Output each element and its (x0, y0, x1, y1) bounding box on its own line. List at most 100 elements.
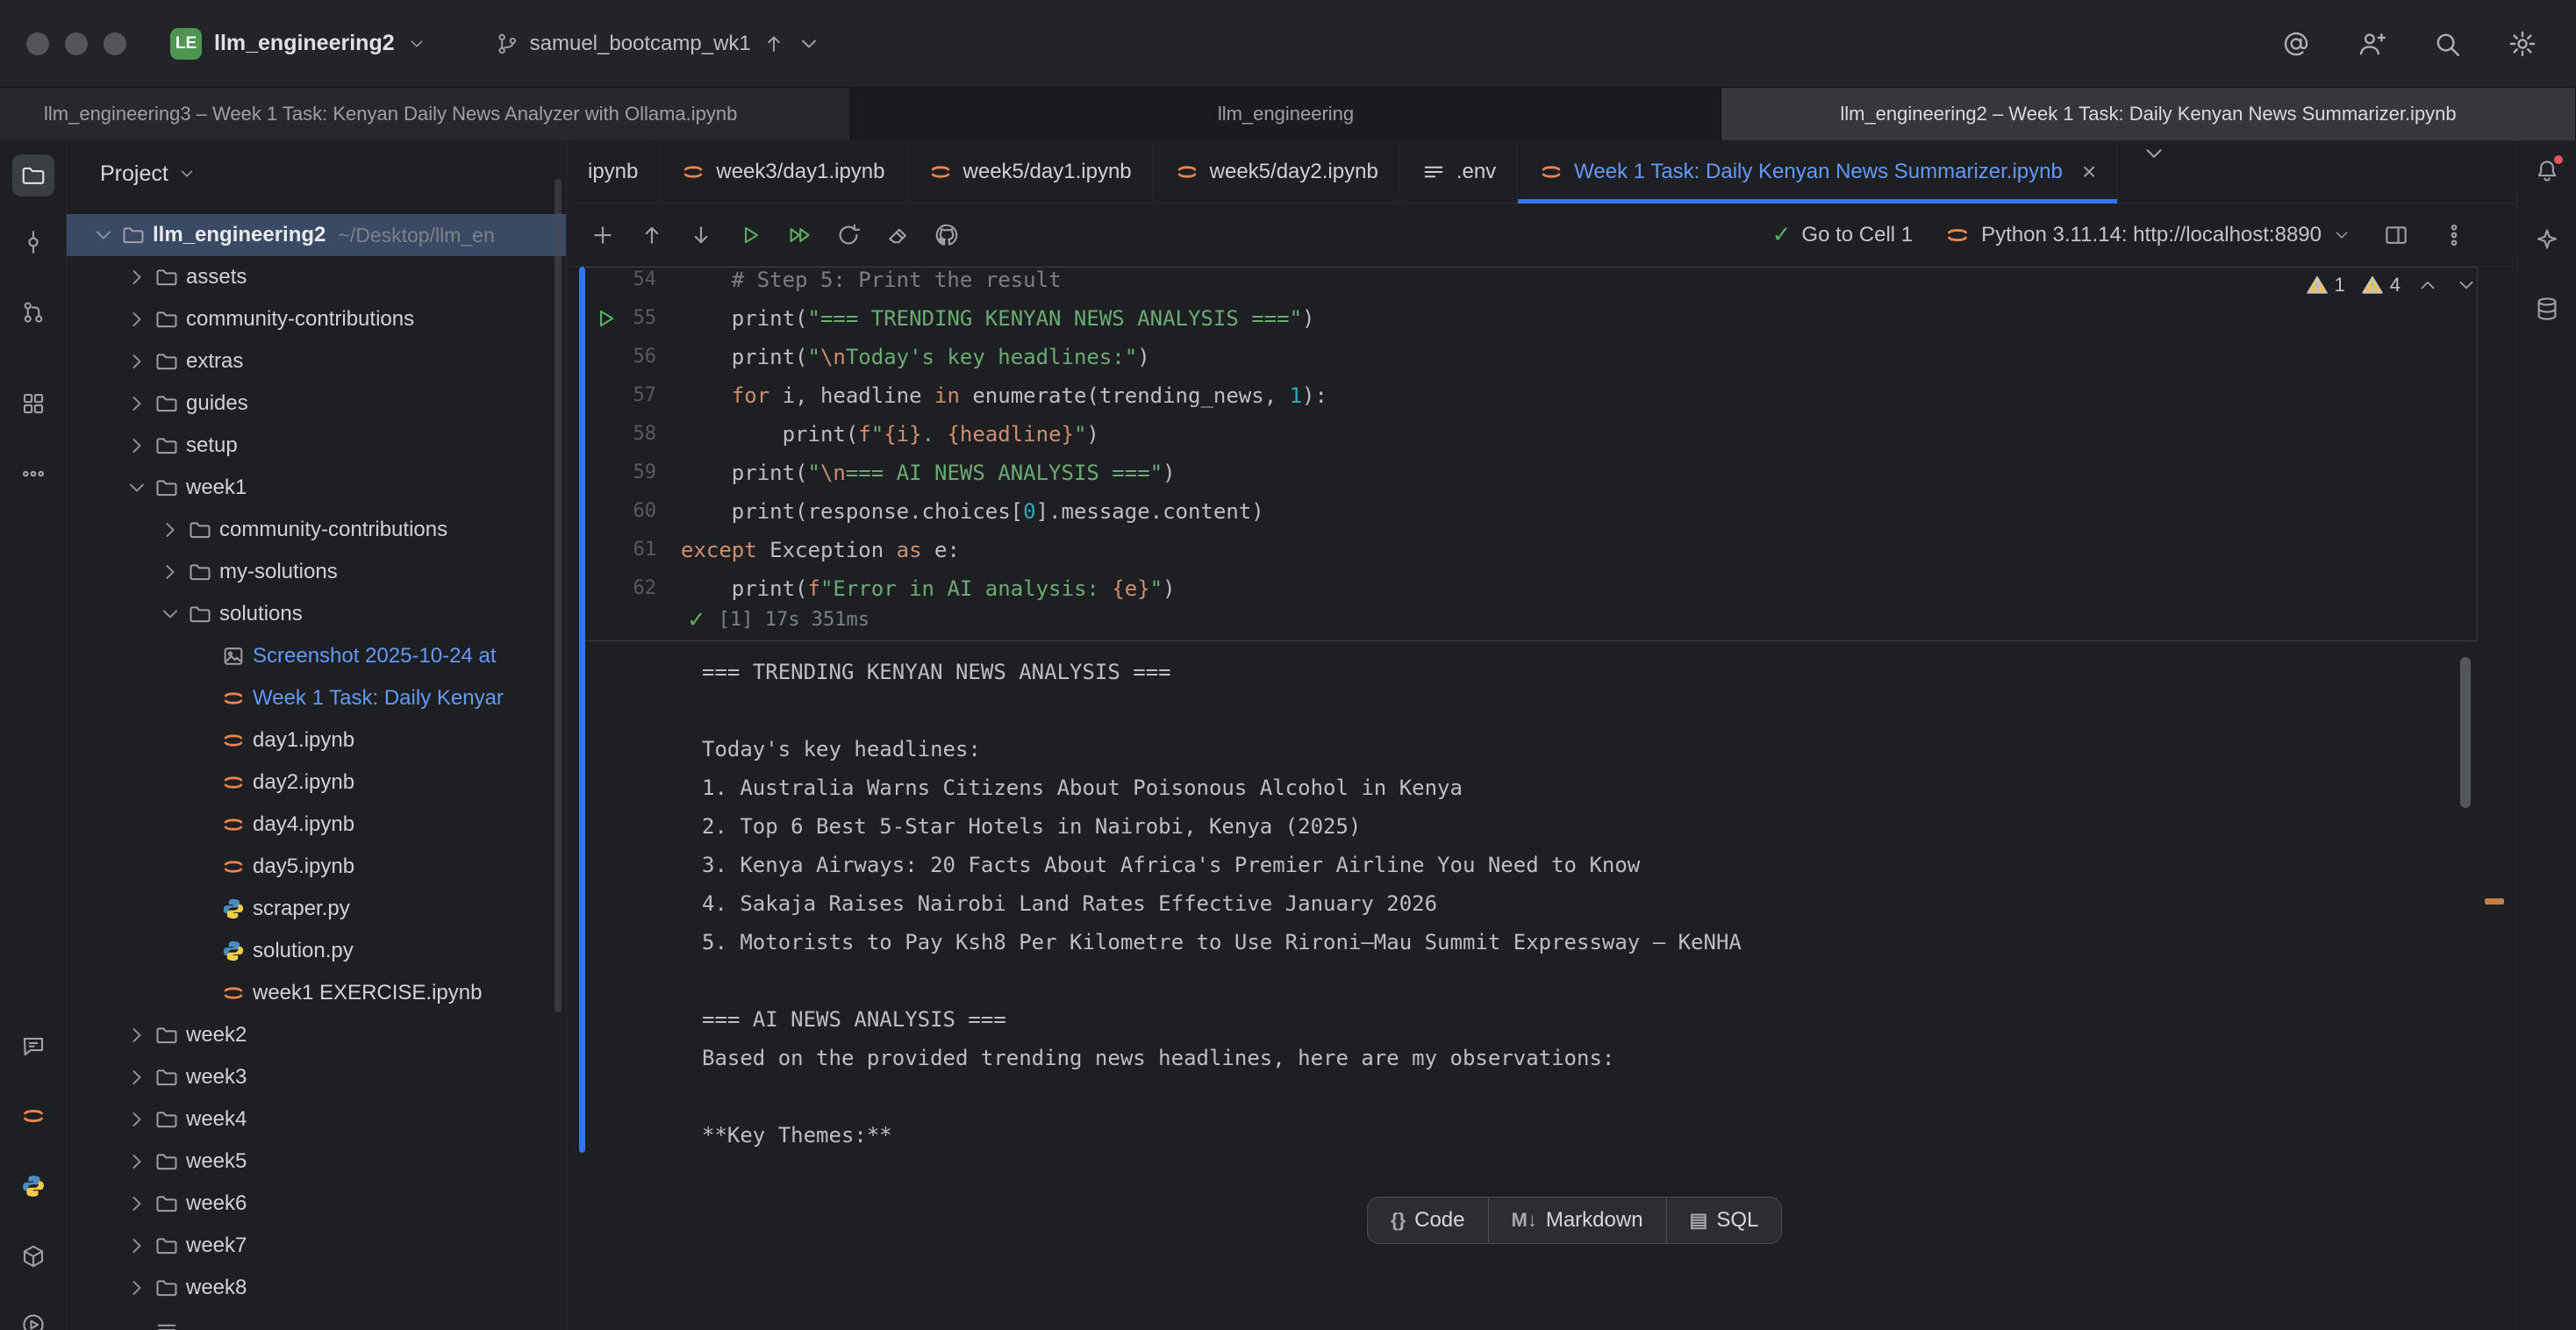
output-scrollbar[interactable] (2460, 657, 2471, 808)
close-tab-icon[interactable]: × (2082, 160, 2096, 184)
run-cell-gutter-icon[interactable] (592, 305, 619, 332)
tree-item[interactable]: llm_engineering2~/Desktop/llm_en (67, 214, 566, 256)
editor-tab[interactable]: ipynb (567, 140, 660, 203)
tree-item[interactable]: scraper.py (67, 888, 566, 930)
warning-badge[interactable]: 1 (2306, 274, 2345, 297)
move-cell-up-icon[interactable] (639, 222, 665, 248)
tree-item[interactable]: community-contributions (67, 298, 566, 340)
chevron-down-icon[interactable] (91, 223, 116, 247)
editor-tab[interactable]: Week 1 Task: Daily Kenyan News Summarize… (1518, 140, 2118, 203)
panel-scrollbar[interactable] (555, 179, 562, 1012)
editor-tab[interactable]: .env (1400, 140, 1518, 203)
tree-item[interactable]: day2.ipynb (67, 762, 566, 804)
tree-item[interactable]: Screenshot 2025-10-24 at (67, 635, 566, 677)
project-folder-tool-icon[interactable] (12, 154, 54, 197)
tree-item[interactable]: my-solutions (67, 551, 566, 593)
tree-item[interactable]: week3 (67, 1056, 566, 1098)
error-stripe-mark[interactable] (2485, 898, 2504, 905)
cell-type-code-button[interactable]: {}Code (1368, 1198, 1488, 1243)
tree-item[interactable]: week7 (67, 1225, 566, 1267)
tree-item[interactable]: community-contributions (67, 509, 566, 551)
tree-item[interactable]: day4.ipynb (67, 804, 566, 846)
more-tool-icon[interactable] (12, 453, 54, 495)
tree-item[interactable]: Week 1 Task: Daily Kenyar (67, 677, 566, 719)
chevron-down-icon[interactable] (125, 476, 149, 500)
github-icon[interactable] (934, 222, 960, 248)
chevron-right-icon[interactable] (158, 560, 182, 584)
chevron-right-icon[interactable] (125, 349, 149, 374)
next-problem-icon[interactable] (2455, 274, 2478, 297)
run-tool-icon[interactable] (12, 1304, 54, 1330)
search-icon[interactable] (2432, 29, 2462, 59)
cell-type-sql-button[interactable]: ▤SQL (1666, 1198, 1782, 1243)
commit-tool-icon[interactable] (12, 221, 54, 263)
tree-item[interactable]: setup (67, 425, 566, 467)
restart-kernel-icon[interactable] (835, 222, 862, 248)
tree-item[interactable]: week1 (67, 467, 566, 509)
mention-ai-icon[interactable] (2281, 29, 2311, 59)
chevron-right-icon[interactable] (125, 307, 149, 332)
window-zoom-button[interactable] (104, 32, 126, 55)
tree-item[interactable] (67, 1309, 566, 1330)
chevron-right-icon[interactable] (158, 518, 182, 542)
ai-chat-tool-icon[interactable] (12, 1025, 54, 1067)
chevron-right-icon[interactable] (125, 1107, 149, 1132)
chevron-right-icon[interactable] (125, 1149, 149, 1174)
tree-item[interactable]: day5.ipynb (67, 846, 566, 888)
chevron-down-icon[interactable] (158, 602, 182, 626)
tree-item[interactable]: day1.ipynb (67, 719, 566, 762)
chevron-right-icon[interactable] (125, 265, 149, 290)
code-editor[interactable]: 54 # Step 5: Print the result55 print("=… (585, 267, 2477, 608)
run-all-cells-icon[interactable] (786, 222, 812, 248)
project-selector[interactable]: LE llm_engineering2 (158, 19, 439, 68)
chevron-right-icon[interactable] (125, 1065, 149, 1090)
prev-problem-icon[interactable] (2416, 274, 2439, 297)
chevron-right-icon[interactable] (125, 433, 149, 458)
code-cell[interactable]: 54 # Step 5: Print the result55 print("=… (585, 267, 2478, 641)
pull-requests-tool-icon[interactable] (12, 291, 54, 333)
tree-item[interactable]: week5 (67, 1141, 566, 1183)
window-tab[interactable]: llm_engineering3 – Week 1 Task: Kenyan D… (0, 88, 851, 140)
clear-outputs-icon[interactable] (884, 222, 911, 248)
editor-tab[interactable]: week5/day1.ipynb (907, 140, 1154, 203)
tree-item[interactable]: guides (67, 383, 566, 425)
window-tab[interactable]: llm_engineering2 – Week 1 Task: Daily Ke… (1721, 88, 2576, 140)
tab-overflow-icon[interactable] (2141, 140, 2167, 167)
move-cell-down-icon[interactable] (688, 222, 714, 248)
branch-selector[interactable]: samuel_bootcamp_wk1 (495, 32, 821, 56)
chevron-right-icon[interactable] (125, 1276, 149, 1300)
chevron-right-icon[interactable] (125, 1023, 149, 1048)
cell-type-markdown-button[interactable]: M↓Markdown (1488, 1198, 1666, 1243)
warning-badge[interactable]: 4 (2361, 274, 2401, 297)
ai-assistant-tool-icon[interactable] (2526, 218, 2568, 261)
tree-item[interactable]: extras (67, 340, 566, 383)
add-cell-icon[interactable] (590, 222, 616, 248)
window-minimize-button[interactable] (65, 32, 88, 55)
run-cell-icon[interactable] (737, 222, 763, 248)
tree-item[interactable]: week8 (67, 1267, 566, 1309)
add-user-icon[interactable] (2357, 29, 2386, 59)
project-panel-header[interactable]: Project (67, 140, 566, 207)
window-tab[interactable]: llm_engineering (851, 88, 1721, 140)
editor-tab[interactable]: week3/day1.ipynb (660, 140, 906, 203)
python-console-tool-icon[interactable] (12, 1165, 54, 1207)
notebook-tool-icon[interactable] (12, 1095, 54, 1137)
tree-item[interactable]: week6 (67, 1183, 566, 1225)
chevron-right-icon[interactable] (125, 1191, 149, 1216)
tree-item[interactable]: week1 EXERCISE.ipynb (67, 972, 566, 1014)
split-editor-icon[interactable] (2383, 222, 2409, 248)
tree-item[interactable]: week2 (67, 1014, 566, 1056)
editor-tab[interactable]: week5/day2.ipynb (1154, 140, 1400, 203)
more-options-icon[interactable] (2441, 222, 2467, 248)
database-tool-icon[interactable] (2526, 288, 2568, 330)
python-packages-tool-icon[interactable] (12, 1235, 54, 1277)
goto-cell-button[interactable]: ✓ Go to Cell 1 (1772, 221, 1914, 248)
chevron-right-icon[interactable] (125, 391, 149, 416)
tree-item[interactable]: solution.py (67, 930, 566, 972)
tree-item[interactable]: assets (67, 256, 566, 298)
structure-tool-icon[interactable] (12, 383, 54, 425)
tree-item[interactable]: solutions (67, 593, 566, 635)
notifications-tool-icon[interactable] (2526, 150, 2568, 192)
settings-gear-icon[interactable] (2508, 29, 2537, 59)
interpreter-selector[interactable]: Python 3.11.14: http://localhost:8890 (1944, 222, 2351, 248)
